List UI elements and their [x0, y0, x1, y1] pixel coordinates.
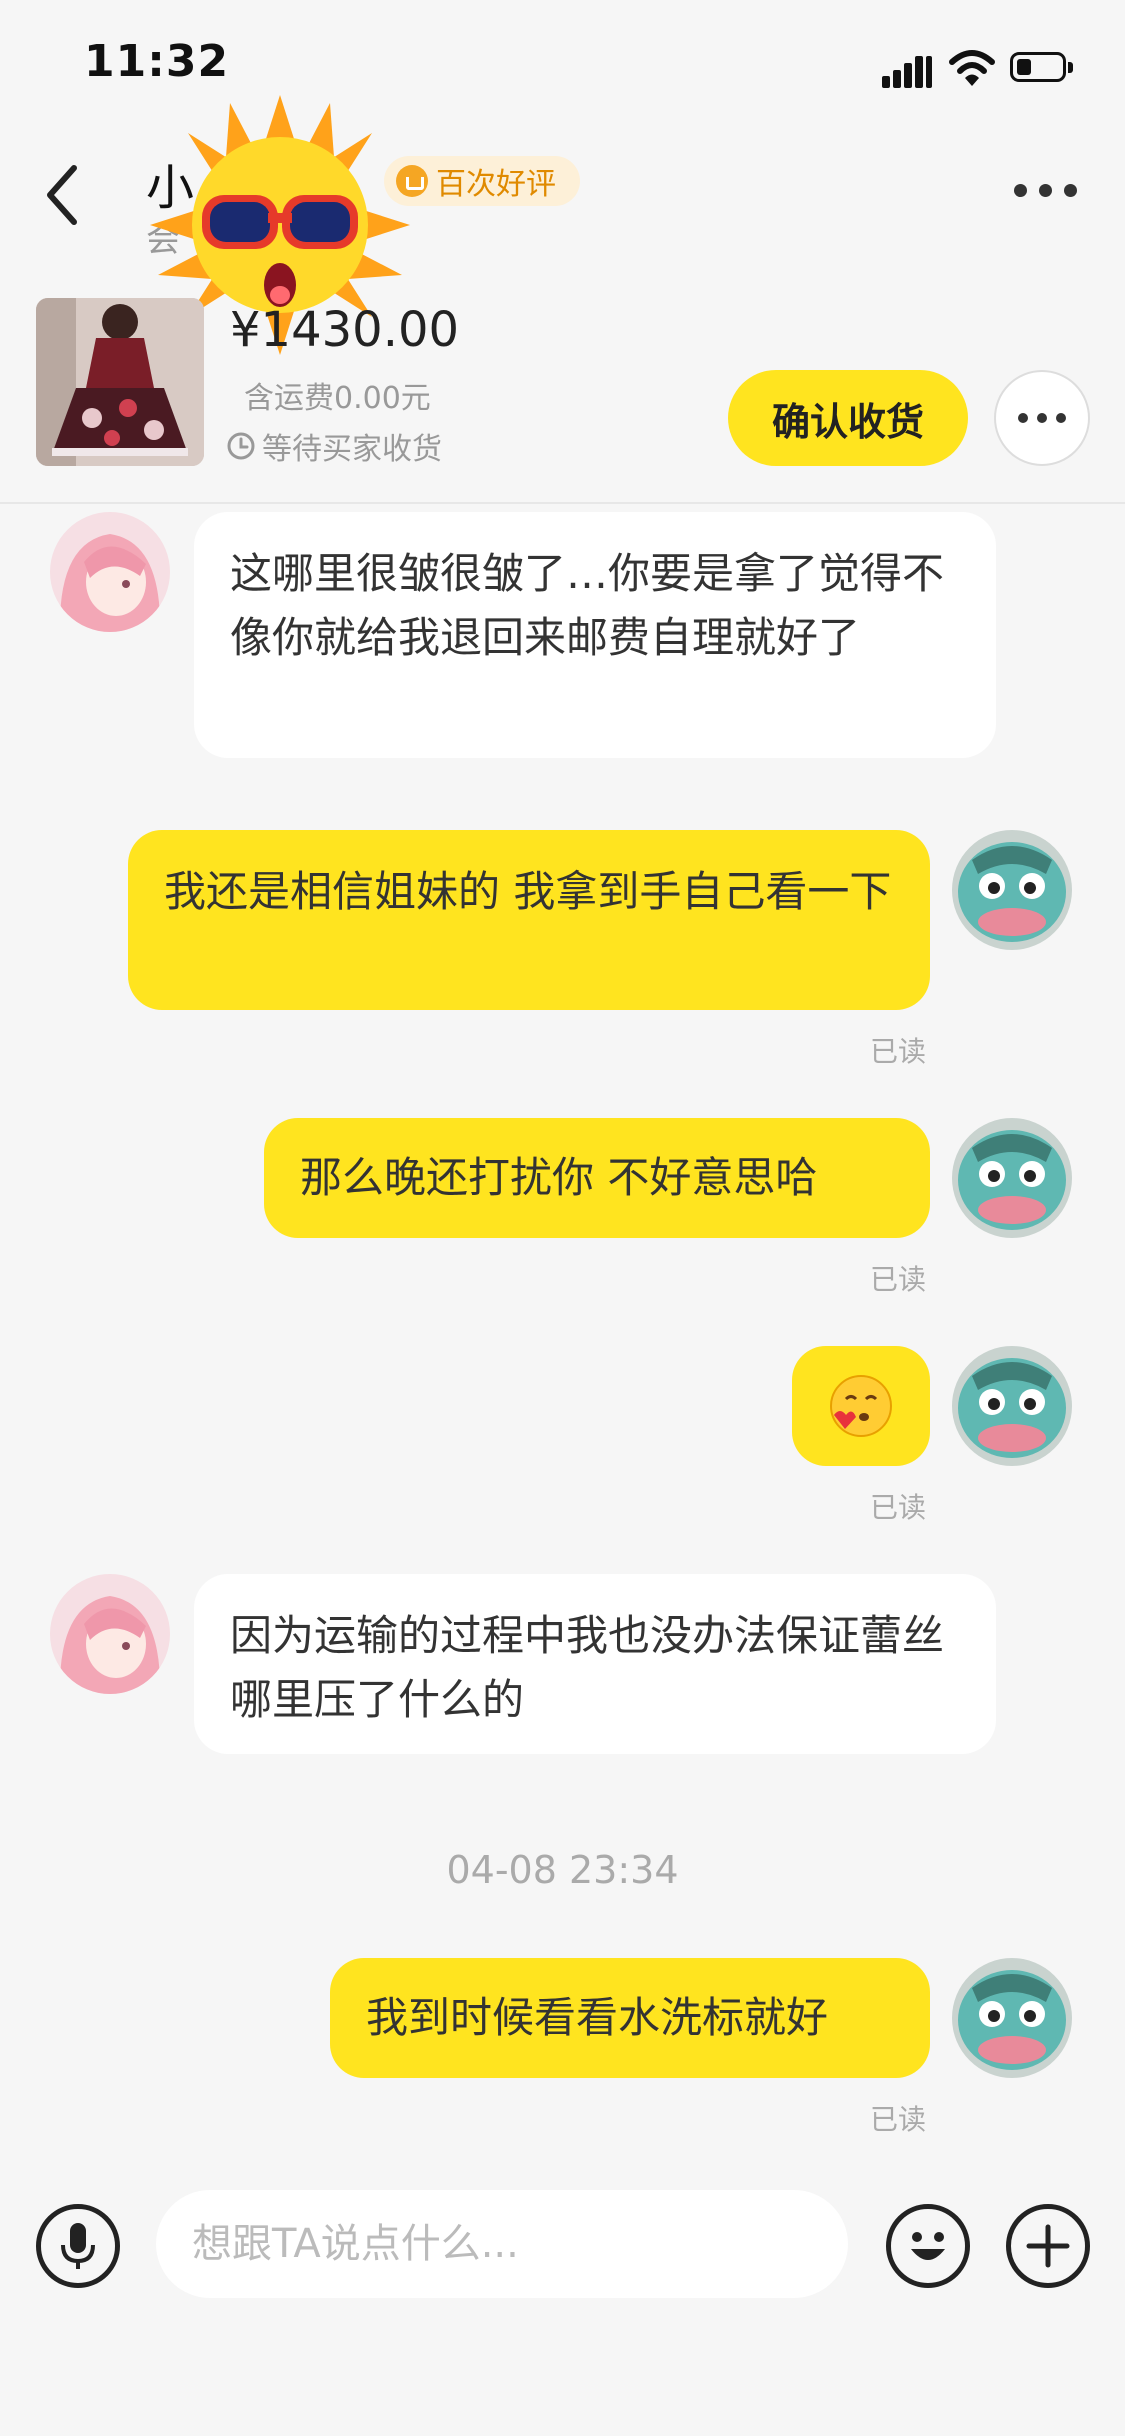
- chat-timestamp: 04-08 23:34: [446, 1848, 679, 1892]
- battery-icon: [1010, 52, 1074, 84]
- clock-icon: [227, 432, 255, 460]
- emoji-icon: [911, 2232, 945, 2260]
- message-bubble[interactable]: [792, 1346, 930, 1466]
- read-receipt: 已读: [870, 2103, 927, 2136]
- order-status: 等待买家收货: [226, 424, 442, 468]
- order-status-text: 等待买家收货: [262, 432, 442, 467]
- emoji-button[interactable]: [886, 2204, 970, 2288]
- signal-icon: [882, 52, 934, 88]
- header-more-button[interactable]: [1014, 175, 1078, 205]
- message-bubble[interactable]: 因为运输的过程中我也没办法保证蕾丝哪里压了什么的: [194, 1574, 996, 1754]
- user-avatar[interactable]: [952, 1118, 1072, 1238]
- product-thumbnail[interactable]: [36, 298, 204, 466]
- voice-input-button[interactable]: [36, 2204, 120, 2288]
- user-avatar[interactable]: [952, 1958, 1072, 2078]
- wifi-icon: [949, 50, 995, 86]
- order-price: ¥1430.00: [230, 302, 460, 358]
- confirm-receipt-button[interactable]: 确认收货: [728, 370, 968, 466]
- seller-avatar[interactable]: [50, 512, 170, 632]
- back-button[interactable]: [40, 160, 90, 230]
- kissing-face-emoji: [830, 1375, 892, 1437]
- message-input[interactable]: [156, 2190, 848, 2298]
- message-bubble[interactable]: 那么晚还打扰你 不好意思哈: [264, 1118, 930, 1238]
- message-bubble[interactable]: 我到时候看看水洗标就好: [330, 1958, 930, 2078]
- read-receipt: 已读: [870, 1263, 927, 1296]
- shipping-fee: 含运费0.00元: [244, 381, 431, 416]
- badge-label: 百次好评: [436, 167, 556, 202]
- read-receipt: 已读: [870, 1491, 927, 1524]
- more-actions-button[interactable]: [1006, 2204, 1090, 2288]
- thumbs-up-icon: [396, 165, 428, 197]
- user-avatar[interactable]: [952, 1346, 1072, 1466]
- message-bubble[interactable]: 我还是相信姐妹的 我拿到手自己看一下: [128, 830, 930, 1010]
- read-receipt: 已读: [870, 1035, 927, 1068]
- rating-badge: 百次好评: [384, 156, 580, 206]
- seller-avatar[interactable]: [50, 1574, 170, 1694]
- header-divider: [0, 502, 1125, 504]
- user-avatar[interactable]: [952, 830, 1072, 950]
- plus-icon: [1026, 2224, 1070, 2268]
- mic-icon: [61, 2223, 95, 2269]
- order-more-button[interactable]: [994, 370, 1090, 466]
- message-bubble[interactable]: 这哪里很皱很皱了…你要是拿了觉得不像你就给我退回来邮费自理就好了: [194, 512, 996, 758]
- status-time: 11:32: [84, 36, 230, 87]
